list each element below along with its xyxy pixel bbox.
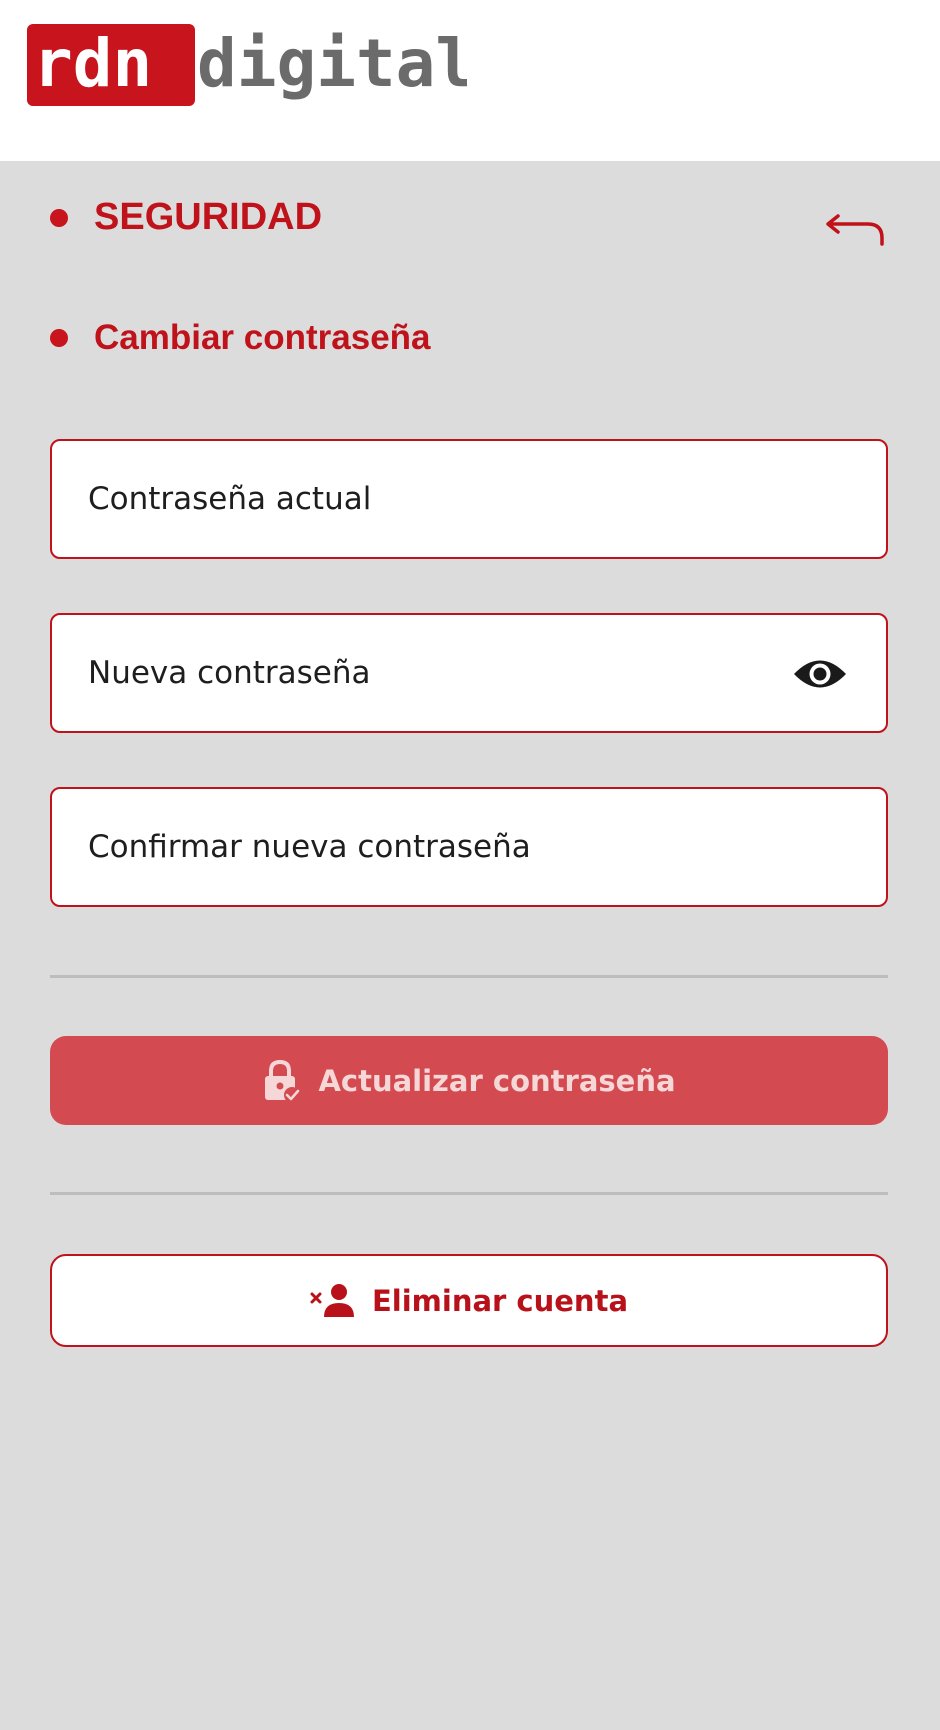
logo-text-grey: digital: [197, 25, 467, 102]
divider: [50, 975, 888, 978]
app-header: rdn digital: [0, 0, 940, 161]
confirm-password-field[interactable]: [50, 787, 888, 907]
new-password-input[interactable]: [88, 615, 808, 731]
bullet-dot: [50, 329, 68, 347]
new-password-field[interactable]: [50, 613, 888, 733]
security-title: SEGURIDAD: [94, 196, 323, 238]
current-password-input[interactable]: [88, 441, 808, 557]
confirm-password-input[interactable]: [88, 789, 808, 905]
rdn-digital-logo: rdn digital: [27, 24, 467, 106]
security-section-header: SEGURIDAD: [50, 196, 322, 239]
bullet-dot: [50, 208, 68, 227]
remove-user-icon: [310, 1283, 354, 1317]
back-arrow-icon[interactable]: [824, 204, 888, 248]
eye-icon[interactable]: [792, 655, 848, 693]
change-password-section-header: Cambiar contraseña: [50, 318, 431, 358]
divider: [50, 1192, 888, 1195]
delete-account-label: Eliminar cuenta: [371, 1283, 629, 1318]
update-password-label: Actualizar contraseña: [318, 1063, 676, 1098]
change-password-title: Cambiar contraseña: [94, 318, 431, 357]
delete-account-button[interactable]: Eliminar cuenta: [50, 1254, 888, 1347]
current-password-field[interactable]: [50, 439, 888, 559]
logo-text-red: rdn: [33, 25, 152, 102]
update-password-button[interactable]: Actualizar contraseña: [50, 1036, 888, 1125]
lock-check-icon: [265, 1059, 301, 1103]
